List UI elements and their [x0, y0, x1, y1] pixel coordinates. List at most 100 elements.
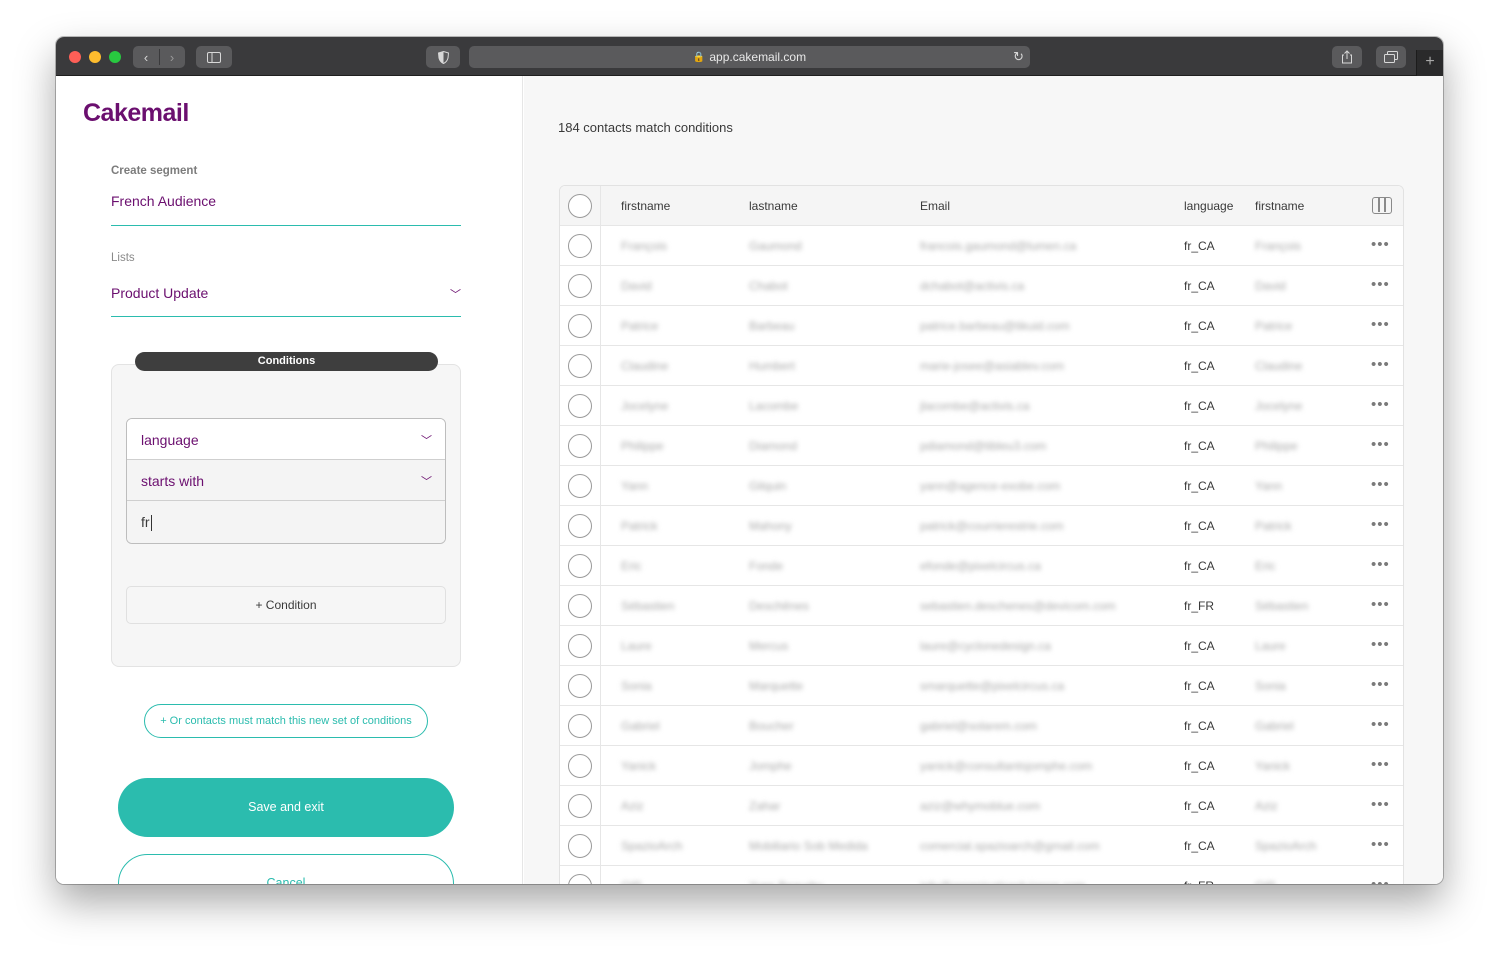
row-checkbox[interactable]	[568, 754, 592, 778]
cell-firstname: David	[621, 279, 652, 293]
back-icon[interactable]: ‹	[133, 50, 159, 65]
lists-select[interactable]: Product Update	[111, 285, 208, 301]
row-checkbox[interactable]	[568, 874, 592, 884]
save-and-exit-button[interactable]: Save and exit	[118, 778, 454, 837]
row-more-icon[interactable]: •••	[1371, 516, 1390, 533]
column-header-language[interactable]: language	[1184, 199, 1233, 213]
cell-email: pdiamond@tibleu3.com	[920, 439, 1047, 453]
column-header-lastname[interactable]: lastname	[749, 199, 798, 213]
new-tab-icon[interactable]: +	[1416, 50, 1443, 76]
zoom-window-button[interactable]	[109, 51, 121, 63]
table-row[interactable]: Sonia Marquette smarquette@pixelcircus.ca f…	[560, 666, 1403, 706]
row-more-icon[interactable]: •••	[1371, 476, 1390, 493]
privacy-shield-icon[interactable]	[426, 46, 460, 68]
row-checkbox[interactable]	[568, 354, 592, 378]
cell-firstname: OIP	[621, 879, 642, 884]
select-all-cell	[560, 186, 601, 226]
table-row[interactable]: Patrick Mahony patrick@courrierestrie.com f…	[560, 506, 1403, 546]
condition-field-select[interactable]: language ﹀	[127, 419, 445, 460]
row-more-icon[interactable]: •••	[1371, 636, 1390, 653]
select-all-checkbox[interactable]	[568, 194, 592, 218]
column-header-firstname[interactable]: firstname	[621, 199, 670, 213]
cell-lastname: Fonde	[749, 559, 784, 573]
cell-firstname-2: François	[1255, 239, 1302, 253]
row-more-icon[interactable]: •••	[1371, 556, 1390, 573]
chevron-down-icon[interactable]: ﹀	[450, 286, 461, 302]
table-row[interactable]: Yann Gilquin yann@agence-exobe.com fr_CA Yan…	[560, 466, 1403, 506]
table-row[interactable]: François Gaumond francois.gaumond@lumen.ca…	[560, 226, 1403, 266]
row-checkbox[interactable]	[568, 594, 592, 618]
row-checkbox[interactable]	[568, 434, 592, 458]
close-window-button[interactable]	[69, 51, 81, 63]
forward-icon[interactable]: ›	[159, 50, 185, 65]
cell-email: yanick@consultantsjomphe.com	[920, 759, 1093, 773]
table-row[interactable]: Aziz Zahar aziz@whymoblue.com fr_CA Aziz •••	[560, 786, 1403, 826]
row-more-icon[interactable]: •••	[1371, 796, 1390, 813]
condition-value-input[interactable]: fr	[127, 501, 445, 543]
table-row[interactable]: Jocelyne Lacombe jlacombe@activis.ca fr_CA J…	[560, 386, 1403, 426]
row-checkbox[interactable]	[568, 834, 592, 858]
table-row[interactable]: SpazioArch Mobiliario Sob Medida comercial…	[560, 826, 1403, 866]
sidebar-toggle-icon[interactable]	[196, 46, 232, 68]
row-checkbox[interactable]	[568, 234, 592, 258]
row-more-icon[interactable]: •••	[1371, 396, 1390, 413]
row-more-icon[interactable]: •••	[1371, 596, 1390, 613]
row-more-icon[interactable]: •••	[1371, 716, 1390, 733]
row-checkbox[interactable]	[568, 554, 592, 578]
table-row[interactable]: Laure Mercus laure@cyclonedesign.ca fr_CA La…	[560, 626, 1403, 666]
cell-language: fr_FR	[1184, 879, 1214, 884]
table-row[interactable]: Philippe Diamond pdiamond@tibleu3.com fr_CA…	[560, 426, 1403, 466]
tab-overview-icon[interactable]	[1376, 46, 1406, 68]
row-checkbox[interactable]	[568, 634, 592, 658]
reload-icon[interactable]: ↻	[1013, 49, 1024, 65]
add-condition-button[interactable]: + Condition	[126, 586, 446, 624]
table-row[interactable]: Yanick Jomphe yanick@consultantsjomphe.com…	[560, 746, 1403, 786]
row-checkbox[interactable]	[568, 674, 592, 698]
row-more-icon[interactable]: •••	[1371, 236, 1390, 253]
table-row[interactable]: Sébastien Deschênes sebastien.deschenes@de…	[560, 586, 1403, 626]
row-more-icon[interactable]: •••	[1371, 836, 1390, 853]
address-bar[interactable]: 🔒 app.cakemail.com ↻	[469, 46, 1030, 68]
table-row[interactable]: Gabriel Boucher gabriel@solarem.com fr_CA Ga…	[560, 706, 1403, 746]
row-checkbox[interactable]	[568, 394, 592, 418]
row-select-cell	[560, 226, 601, 266]
row-more-icon[interactable]: •••	[1371, 276, 1390, 293]
column-header-firstname-2[interactable]: firstname	[1255, 199, 1304, 213]
table-row[interactable]: Patrice Barbeau patrice.barbeau@tikuid.com…	[560, 306, 1403, 346]
results-panel: 184 contacts match conditions firstname …	[524, 76, 1443, 884]
segment-name-input[interactable]: French Audience	[111, 193, 216, 209]
row-checkbox[interactable]	[568, 514, 592, 538]
row-more-icon[interactable]: •••	[1371, 676, 1390, 693]
row-checkbox[interactable]	[568, 794, 592, 818]
share-icon[interactable]	[1332, 46, 1362, 68]
segment-name-label: Create segment	[111, 165, 198, 177]
cell-firstname: Aziz	[621, 799, 644, 813]
browser-window: ‹ › 🔒 app.cakemail.com ↻ + Cakemail Creat…	[56, 37, 1443, 884]
table-header-row: firstname lastname Email language firstn…	[560, 186, 1403, 226]
row-more-icon[interactable]: •••	[1371, 436, 1390, 453]
condition-operator-select[interactable]: starts with ﹀	[127, 460, 445, 501]
row-checkbox[interactable]	[568, 274, 592, 298]
cell-lastname: Deschênes	[749, 599, 810, 613]
cancel-button[interactable]: Cancel	[118, 854, 454, 884]
table-row[interactable]: David Chabot dchabot@activis.ca fr_CA David •…	[560, 266, 1403, 306]
row-checkbox[interactable]	[568, 714, 592, 738]
table-row[interactable]: Eric Fonde efonde@pixelcircus.ca fr_CA Eric •…	[560, 546, 1403, 586]
row-more-icon[interactable]: •••	[1371, 756, 1390, 773]
row-more-icon[interactable]: •••	[1371, 316, 1390, 333]
row-select-cell	[560, 546, 601, 586]
cell-language: fr_CA	[1184, 759, 1215, 773]
row-checkbox[interactable]	[568, 474, 592, 498]
table-row[interactable]: OIP Yves Beaudry info@organisationdujapon.…	[560, 866, 1403, 884]
row-select-cell	[560, 706, 601, 746]
row-more-icon[interactable]: •••	[1371, 356, 1390, 373]
or-conditions-button[interactable]: + Or contacts must match this new set of…	[144, 704, 428, 738]
cakemail-logo: Cakemail	[83, 99, 189, 127]
minimize-window-button[interactable]	[89, 51, 101, 63]
columns-icon[interactable]	[1372, 197, 1392, 214]
cell-email: laure@cyclonedesign.ca	[920, 639, 1051, 653]
table-row[interactable]: Claudine Humbert marie-josee@asiablev.com f…	[560, 346, 1403, 386]
row-checkbox[interactable]	[568, 314, 592, 338]
row-more-icon[interactable]: •••	[1371, 876, 1390, 884]
column-header-email[interactable]: Email	[920, 199, 950, 213]
